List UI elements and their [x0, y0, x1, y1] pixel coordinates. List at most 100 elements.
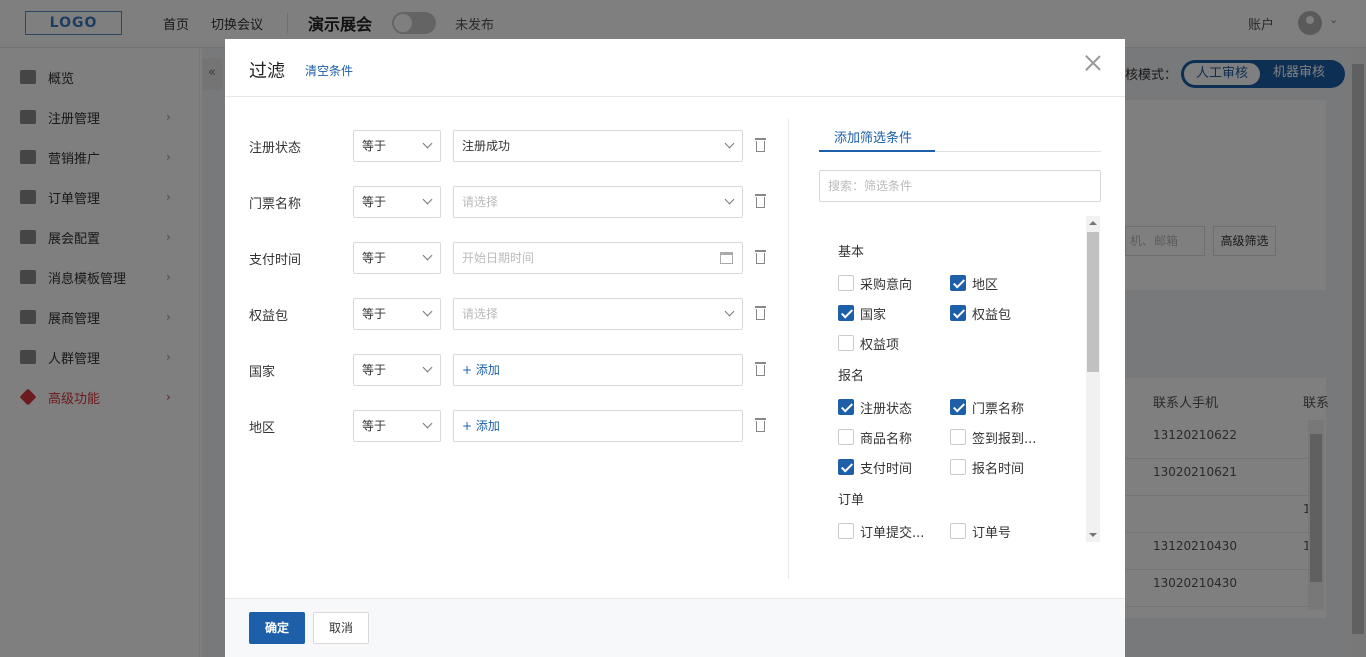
condition-checkbox[interactable]: 地区	[950, 274, 999, 293]
condition-checkbox[interactable]: 国家	[838, 304, 887, 323]
filter-row: 注册状态 等于 注册成功	[249, 130, 769, 162]
trash-bin	[756, 141, 765, 152]
chevron-down-icon	[422, 362, 433, 373]
checkbox-label: 商品名称	[860, 431, 913, 447]
condition-group-title: 报名	[838, 369, 865, 384]
checkbox-label: 报名时间	[972, 461, 1025, 477]
condition-list-scrollbar[interactable]	[1086, 216, 1100, 542]
modal-footer: 确定 取消	[225, 598, 1125, 657]
scroll-down-icon[interactable]	[1089, 533, 1097, 537]
operator-select[interactable]: 等于	[353, 410, 441, 442]
trash-bin	[756, 309, 765, 320]
checkbox-box[interactable]	[838, 335, 854, 351]
checkbox-box[interactable]	[838, 429, 854, 445]
cancel-button[interactable]: 取消	[313, 612, 369, 644]
filter-value-text: 请选择	[462, 195, 499, 209]
checkbox-box[interactable]	[950, 459, 966, 475]
filter-value-input[interactable]: + 添加	[453, 410, 743, 442]
chevron-down-icon	[422, 138, 433, 149]
checkbox-box[interactable]	[838, 523, 854, 539]
scroll-up-icon[interactable]	[1089, 221, 1097, 225]
close-icon[interactable]	[1083, 53, 1103, 73]
condition-search-input[interactable]: 搜索：筛选条件	[819, 170, 1101, 202]
checkbox-label: 门票名称	[972, 401, 1025, 417]
operator-select[interactable]: 等于	[353, 186, 441, 218]
condition-checkbox[interactable]: 注册状态	[838, 398, 913, 417]
filter-value-text: 注册成功	[462, 139, 511, 153]
trash-icon[interactable]	[755, 306, 766, 320]
operator-select[interactable]: 等于	[353, 130, 441, 162]
filter-value-input[interactable]: + 添加	[453, 354, 743, 386]
checkbox-label: 采购意向	[860, 277, 913, 293]
operator-select[interactable]: 等于	[353, 298, 441, 330]
checkbox-box[interactable]	[838, 305, 854, 321]
trash-lid	[755, 362, 766, 364]
filter-row: 国家 等于 + 添加	[249, 354, 769, 386]
checkbox-label: 签到报到...	[972, 431, 1037, 447]
trash-icon[interactable]	[755, 138, 766, 152]
checkbox-label: 订单提交...	[860, 525, 925, 541]
checkbox-box[interactable]	[950, 305, 966, 321]
checkbox-box[interactable]	[838, 399, 854, 415]
condition-checkbox[interactable]: 订单号	[950, 522, 1011, 541]
trash-lid	[755, 250, 766, 252]
chevron-down-icon	[724, 194, 735, 205]
trash-lid	[755, 306, 766, 308]
chevron-down-icon	[422, 250, 433, 261]
operator-value: 等于	[362, 195, 387, 209]
chevron-down-icon	[724, 306, 735, 317]
checkbox-box[interactable]	[838, 459, 854, 475]
filter-label: 国家	[249, 365, 276, 380]
trash-bin	[756, 197, 765, 208]
trash-icon[interactable]	[755, 194, 766, 208]
operator-select[interactable]: 等于	[353, 242, 441, 274]
filter-label: 门票名称	[249, 197, 302, 212]
filter-label: 地区	[249, 421, 276, 436]
condition-checkbox[interactable]: 订单提交...	[838, 522, 925, 541]
panel-divider	[788, 119, 789, 579]
chevron-down-icon	[422, 194, 433, 205]
operator-select[interactable]: 等于	[353, 354, 441, 386]
condition-checkbox[interactable]: 权益包	[950, 304, 1012, 323]
checkbox-box[interactable]	[950, 429, 966, 445]
checkbox-label: 权益包	[972, 307, 1012, 323]
filter-label: 权益包	[249, 309, 289, 324]
trash-icon[interactable]	[755, 418, 766, 432]
tab-add-filter-condition[interactable]: 添加筛选条件	[834, 127, 912, 146]
confirm-button[interactable]: 确定	[249, 612, 305, 644]
operator-value: 等于	[362, 363, 387, 377]
trash-bin	[756, 253, 765, 264]
trash-lid	[755, 138, 766, 140]
operator-value: 等于	[362, 139, 387, 153]
condition-checkbox[interactable]: 签到报到...	[950, 428, 1037, 447]
filter-row: 权益包 等于 请选择	[249, 298, 769, 330]
condition-checkbox[interactable]: 商品名称	[838, 428, 913, 447]
clear-conditions-link[interactable]: 清空条件	[305, 62, 353, 79]
trash-lid	[755, 418, 766, 420]
modal-header: 过滤 清空条件	[225, 39, 1125, 97]
filter-value-input[interactable]: 注册成功	[453, 130, 743, 162]
condition-checkbox[interactable]: 权益项	[838, 334, 899, 353]
chevron-down-icon	[724, 138, 735, 149]
checkbox-box[interactable]	[838, 275, 854, 291]
filter-value-input[interactable]: 开始日期时间	[453, 242, 743, 274]
condition-group-title: 基本	[838, 245, 865, 260]
checkbox-box[interactable]	[950, 523, 966, 539]
condition-group-title: 订单	[838, 493, 865, 508]
trash-icon[interactable]	[755, 362, 766, 376]
condition-checkbox[interactable]: 支付时间	[838, 458, 912, 477]
trash-bin	[756, 421, 765, 432]
filter-value-input[interactable]: 请选择	[453, 298, 743, 330]
checkbox-box[interactable]	[950, 399, 966, 415]
checkbox-label: 国家	[860, 307, 887, 323]
filter-value-text: 开始日期时间	[462, 251, 535, 265]
trash-icon[interactable]	[755, 250, 766, 264]
condition-checkbox[interactable]: 门票名称	[950, 398, 1025, 417]
condition-checkbox[interactable]: 报名时间	[950, 458, 1025, 477]
checkbox-label: 地区	[972, 277, 999, 293]
scrollbar-thumb[interactable]	[1087, 232, 1099, 372]
condition-checkbox[interactable]: 采购意向	[838, 274, 913, 293]
checkbox-box[interactable]	[950, 275, 966, 291]
filter-value-input[interactable]: 请选择	[453, 186, 743, 218]
checkbox-label: 注册状态	[860, 401, 913, 417]
